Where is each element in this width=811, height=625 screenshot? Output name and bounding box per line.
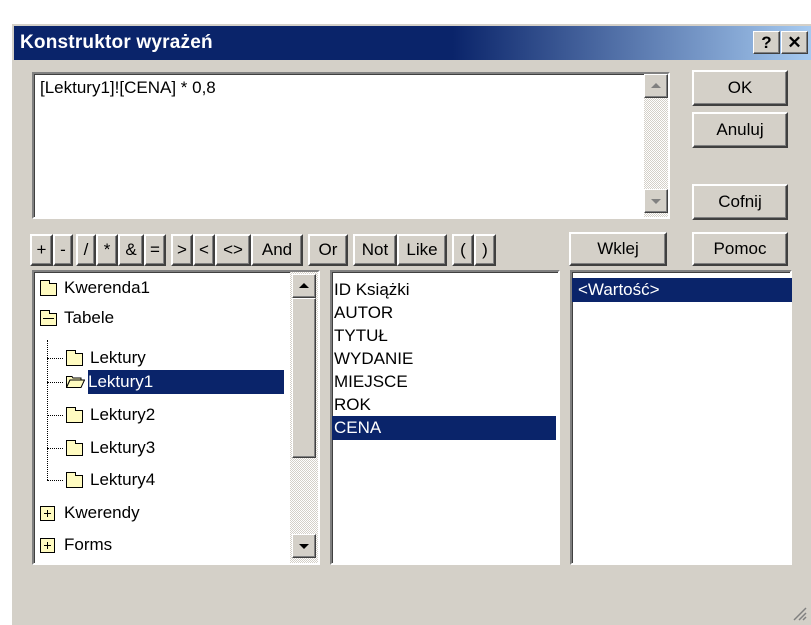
tree-item-label: Lektury4 [90, 470, 156, 489]
operator-divide-button[interactable]: / [76, 234, 96, 266]
tree-scrollbar[interactable] [290, 272, 318, 563]
tree-item-label: Tabele [64, 308, 115, 327]
arrow-up-icon [299, 283, 309, 288]
paste-label: Wklej [597, 239, 639, 258]
cancel-label: Anuluj [716, 120, 764, 139]
tree-scroll-up-button[interactable] [292, 274, 316, 298]
help-dialog-button[interactable]: Pomoc [692, 232, 788, 266]
list-item[interactable]: WYDANIE [334, 347, 413, 371]
ok-button[interactable]: OK [692, 70, 788, 106]
tree-connector [47, 358, 63, 359]
values-list[interactable]: <Wartość> [570, 270, 792, 565]
folder-icon [66, 472, 83, 488]
folder-collapse-icon [40, 310, 57, 326]
list-item[interactable]: TYTUŁ [334, 324, 388, 348]
operator-not-button[interactable]: Not [353, 234, 397, 266]
operator-label: ) [482, 240, 488, 259]
operator-label: And [261, 240, 293, 259]
list-item-selected[interactable]: <Wartość> [572, 278, 792, 302]
scroll-down-button[interactable] [644, 189, 668, 213]
operator-greater-button[interactable]: > [171, 234, 193, 266]
ok-label: OK [727, 78, 753, 97]
operator-label: Like [406, 240, 438, 259]
operator-not-equal-button[interactable]: <> [215, 234, 251, 266]
question-mark-icon: ? [761, 33, 772, 52]
folder-icon [66, 440, 83, 456]
tree-item-label: Lektury [90, 348, 146, 367]
operator-label: < [199, 240, 209, 259]
operator-minus-button[interactable]: - [53, 234, 73, 266]
operator-less-button[interactable]: < [193, 234, 215, 266]
resize-grip-icon[interactable] [791, 605, 807, 621]
operator-label: + [36, 240, 47, 259]
help-label: Pomoc [713, 239, 767, 258]
tree-item-lektury1[interactable]: Lektury1 [66, 370, 284, 394]
expand-icon [40, 506, 55, 521]
list-item[interactable]: MIEJSCE [334, 370, 408, 394]
tree-connector [47, 382, 63, 383]
operator-and-button[interactable]: And [251, 234, 303, 266]
arrow-down-icon [299, 544, 309, 549]
window-title: Konstruktor wyrażeń [20, 32, 213, 53]
minus-sign [43, 318, 54, 319]
cancel-button[interactable]: Anuluj [692, 112, 788, 148]
operator-or-button[interactable]: Or [308, 234, 348, 266]
operator-plus-button[interactable]: + [30, 234, 53, 266]
operator-label: = [150, 240, 160, 259]
tree-scroll-down-button[interactable] [292, 534, 316, 558]
help-button[interactable]: ? [753, 31, 780, 54]
operator-open-paren-button[interactable]: ( [452, 234, 474, 266]
close-button[interactable]: ✕ [781, 31, 808, 54]
folder-icon [66, 407, 83, 423]
operator-label: * [103, 240, 111, 259]
operator-equals-button[interactable]: = [144, 234, 166, 266]
tree-item-label: Forms [64, 535, 113, 554]
list-item-selected[interactable]: CENA [332, 416, 556, 440]
expression-scrollbar[interactable] [644, 74, 668, 217]
paste-button[interactable]: Wklej [569, 232, 667, 266]
expand-icon [40, 538, 55, 553]
tree-scroll-thumb[interactable] [292, 298, 316, 458]
expression-text[interactable]: [Lektury1]![CENA] * 0,8 [40, 78, 216, 98]
expression-builder-dialog: Konstruktor wyrażeń ? ✕ [Lektury1]![CENA… [10, 22, 811, 625]
operator-label: Or [318, 240, 338, 259]
object-tree-list[interactable]: Kwerenda1 Tabele Lektury Lektury1 Lektur… [32, 270, 320, 565]
arrow-down-icon [651, 199, 661, 204]
fields-list[interactable]: ID Książki AUTOR TYTUŁ WYDANIE MIEJSCE R… [330, 270, 560, 565]
undo-label: Cofnij [718, 192, 762, 211]
operator-label: - [60, 240, 66, 259]
tree-item-label: Kwerendy [64, 503, 140, 522]
tree-item-label: Lektury1 [88, 370, 284, 394]
tree-item-label: Lektury2 [90, 405, 156, 424]
tree-item-label: Lektury3 [90, 438, 156, 457]
operator-close-paren-button[interactable]: ) [474, 234, 496, 266]
operator-label: > [177, 240, 187, 259]
open-folder-icon [66, 376, 85, 388]
operator-label: <> [223, 240, 243, 259]
tree-connector [47, 415, 63, 416]
operator-multiply-button[interactable]: * [96, 234, 118, 266]
operator-concat-button[interactable]: & [118, 234, 144, 266]
tree-connector [47, 448, 63, 449]
operator-label: Not [361, 240, 389, 259]
tree-item-label: Kwerenda1 [64, 278, 151, 297]
undo-button[interactable]: Cofnij [692, 184, 788, 220]
expression-box[interactable]: [Lektury1]![CENA] * 0,8 [32, 72, 670, 219]
operator-label: & [125, 240, 137, 259]
folder-icon [40, 280, 57, 296]
list-item[interactable]: ID Książki [334, 278, 410, 302]
operator-label: ( [460, 240, 466, 259]
list-item[interactable]: AUTOR [334, 301, 393, 325]
folder-icon [66, 350, 83, 366]
operator-like-button[interactable]: Like [397, 234, 447, 266]
scroll-up-button[interactable] [644, 74, 668, 98]
arrow-up-icon [651, 83, 661, 88]
operator-label: / [83, 240, 89, 259]
title-bar[interactable]: Konstruktor wyrażeń ? ✕ [14, 26, 811, 60]
tree-connector [47, 340, 48, 480]
tree-connector [47, 480, 63, 481]
list-item[interactable]: ROK [334, 393, 371, 417]
close-icon: ✕ [787, 33, 802, 52]
